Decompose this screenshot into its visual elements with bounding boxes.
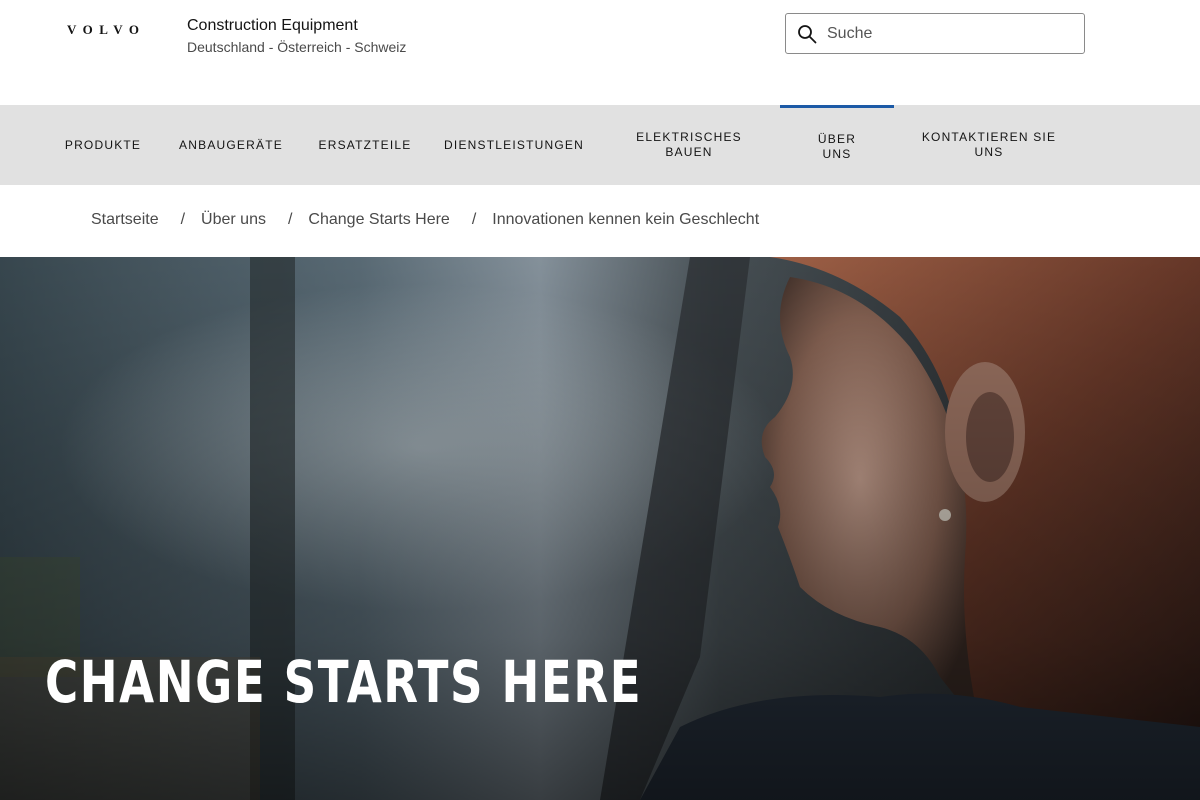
breadcrumb-separator: /	[287, 211, 293, 228]
nav-item-label: PRODUKTE	[64, 137, 142, 152]
breadcrumb: Startseite / Über uns / Change Starts He…	[91, 211, 759, 229]
nav-item-ueber-uns[interactable]: ÜBER UNS	[780, 105, 894, 185]
main-nav: PRODUKTE ANBAUGERÄTE ERSATZTEILE DIENSTL…	[0, 105, 1200, 185]
nav-item-anbaugeraete[interactable]: ANBAUGERÄTE	[172, 105, 290, 185]
nav-item-produkte[interactable]: PRODUKTE	[58, 105, 148, 185]
nav-item-label: KONTAKTIEREN SIE UNS	[921, 130, 1057, 159]
search-input[interactable]	[827, 24, 1067, 43]
breadcrumb-current: Innovationen kennen kein Geschlecht	[492, 211, 760, 228]
brand-title: Construction Equipment	[187, 17, 358, 34]
nav-item-label: ELEKTRISCHES BAUEN	[636, 130, 742, 159]
hero-image	[0, 257, 1200, 800]
nav-item-label: ERSATZTEILE	[318, 137, 412, 152]
brand-subtitle: Deutschland - Österreich - Schweiz	[187, 39, 407, 55]
brand-block[interactable]: Construction Equipment Deutschland - Öst…	[187, 16, 406, 56]
nav-item-label: ÜBER UNS	[817, 131, 857, 161]
hero-title: CHANGE STARTS HERE	[45, 648, 643, 716]
breadcrumb-separator: /	[471, 211, 477, 228]
site-header: VOLVO Construction Equipment Deutschland…	[0, 0, 1200, 105]
hero-banner: CHANGE STARTS HERE	[0, 257, 1200, 800]
breadcrumb-link-startseite[interactable]: Startseite	[91, 211, 159, 229]
breadcrumb-separator: /	[180, 211, 186, 228]
nav-item-label: ANBAUGERÄTE	[179, 137, 283, 152]
volvo-logo[interactable]: VOLVO	[67, 22, 145, 38]
breadcrumb-link-ueber-uns[interactable]: Über uns	[201, 211, 266, 229]
nav-item-label: DIENSTLEISTUNGEN	[444, 137, 584, 152]
nav-item-dienstleistungen[interactable]: DIENSTLEISTUNGEN	[440, 105, 588, 185]
nav-item-kontaktieren-sie-uns[interactable]: KONTAKTIEREN SIE UNS	[916, 105, 1062, 185]
breadcrumb-link-change-starts-here[interactable]: Change Starts Here	[308, 211, 449, 229]
nav-item-elektrisches-bauen[interactable]: ELEKTRISCHES BAUEN	[622, 105, 756, 185]
search-icon[interactable]	[797, 24, 817, 44]
nav-item-ersatzteile[interactable]: ERSATZTEILE	[312, 105, 418, 185]
search-box[interactable]	[785, 13, 1085, 54]
